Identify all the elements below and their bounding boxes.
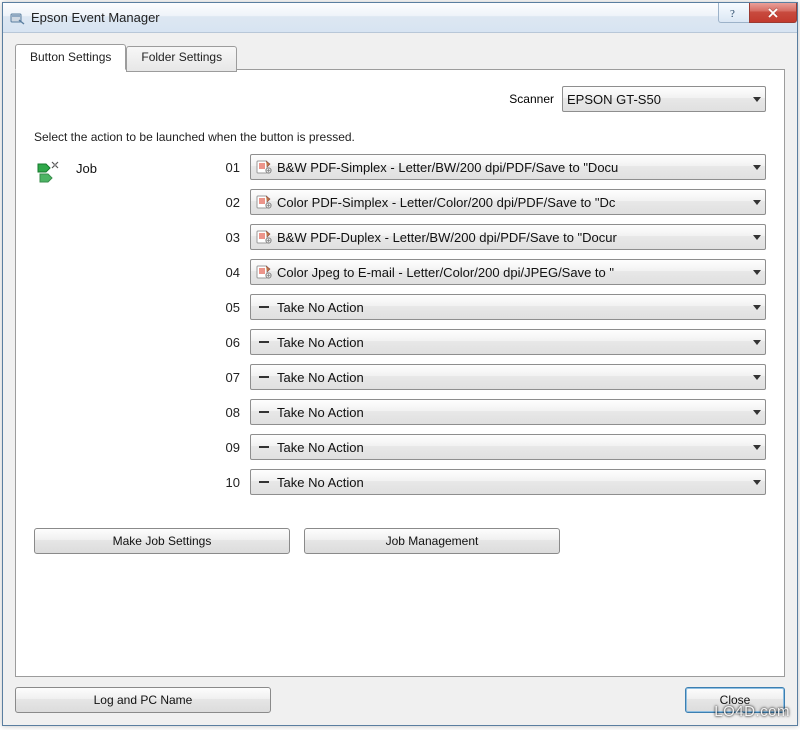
scanner-select[interactable]: EPSON GT-S50 (562, 86, 766, 112)
job-row: 01 B&W PDF-Simplex - Letter/BW/200 dpi/P… (204, 154, 766, 180)
job-number: 01 (204, 160, 240, 175)
job-row: 05 Take No Action (204, 294, 766, 320)
instruction-text: Select the action to be launched when th… (34, 130, 766, 144)
panel-buttons: Make Job Settings Job Management (34, 528, 766, 554)
job-action-text: Take No Action (277, 475, 747, 490)
button-label: Make Job Settings (113, 534, 212, 548)
scanner-row: Scanner EPSON GT-S50 (34, 86, 766, 112)
close-button[interactable] (749, 3, 797, 23)
job-action-select[interactable]: Take No Action (250, 329, 766, 355)
log-and-pc-name-button[interactable]: Log and PC Name (15, 687, 271, 713)
job-action-select[interactable]: Color PDF-Simplex - Letter/Color/200 dpi… (250, 189, 766, 215)
job-action-select[interactable]: B&W PDF-Duplex - Letter/BW/200 dpi/PDF/S… (250, 224, 766, 250)
job-area: Job 01 B&W PDF-Simplex - Letter/BW/200 d… (34, 154, 766, 504)
job-row: 10 Take No Action (204, 469, 766, 495)
chevron-down-icon (747, 225, 765, 249)
chevron-down-icon (747, 365, 765, 389)
footer: Log and PC Name Close (15, 687, 785, 713)
scanner-selected: EPSON GT-S50 (567, 92, 747, 107)
make-job-settings-button[interactable]: Make Job Settings (34, 528, 290, 554)
chevron-down-icon (747, 190, 765, 214)
chevron-down-icon (747, 295, 765, 319)
job-row: 03 B&W PDF-Duplex - Letter/BW/200 dpi/PD… (204, 224, 766, 250)
tab-panel: Scanner EPSON GT-S50 Select the action t… (15, 69, 785, 677)
chevron-down-icon (747, 470, 765, 494)
help-button[interactable]: ? (718, 3, 750, 23)
tab-strip: Button Settings Folder Settings (15, 43, 785, 69)
scanner-label: Scanner (509, 92, 554, 106)
chevron-down-icon (747, 435, 765, 459)
job-action-select[interactable]: Take No Action (250, 469, 766, 495)
no-action-icon (255, 403, 273, 421)
job-action-select[interactable]: Take No Action (250, 364, 766, 390)
no-action-icon (255, 333, 273, 351)
job-list: 01 B&W PDF-Simplex - Letter/BW/200 dpi/P… (204, 154, 766, 504)
button-label: Job Management (386, 534, 479, 548)
job-number: 04 (204, 265, 240, 280)
job-number: 09 (204, 440, 240, 455)
job-action-text: Take No Action (277, 335, 747, 350)
preset-icon (255, 158, 273, 176)
button-label: Close (720, 693, 751, 707)
tab-label: Folder Settings (141, 50, 222, 64)
job-label: Job (76, 158, 97, 176)
job-number: 07 (204, 370, 240, 385)
tab-label: Button Settings (30, 50, 111, 64)
job-action-text: Take No Action (277, 300, 747, 315)
job-action-text: B&W PDF-Duplex - Letter/BW/200 dpi/PDF/S… (277, 230, 747, 245)
job-left: Job (34, 154, 204, 504)
chevron-down-icon (747, 400, 765, 424)
job-action-select[interactable]: Color Jpeg to E-mail - Letter/Color/200 … (250, 259, 766, 285)
no-action-icon (255, 368, 273, 386)
job-action-text: Take No Action (277, 370, 747, 385)
job-action-text: Color Jpeg to E-mail - Letter/Color/200 … (277, 265, 747, 280)
job-row: 04 Color Jpeg to E-mail - Letter/Color/2… (204, 259, 766, 285)
job-action-select[interactable]: B&W PDF-Simplex - Letter/BW/200 dpi/PDF/… (250, 154, 766, 180)
job-row: 02 Color PDF-Simplex - Letter/Color/200 … (204, 189, 766, 215)
job-action-select[interactable]: Take No Action (250, 434, 766, 460)
chevron-down-icon (747, 260, 765, 284)
no-action-icon (255, 298, 273, 316)
tab-folder-settings[interactable]: Folder Settings (126, 46, 237, 72)
job-action-text: Take No Action (277, 440, 747, 455)
no-action-icon (255, 438, 273, 456)
preset-icon (255, 193, 273, 211)
window-title: Epson Event Manager (31, 10, 719, 25)
job-action-select[interactable]: Take No Action (250, 294, 766, 320)
job-icon (34, 158, 62, 186)
client-area: Button Settings Folder Settings Scanner … (3, 33, 797, 725)
chevron-down-icon (747, 87, 765, 111)
button-label: Log and PC Name (94, 693, 193, 707)
preset-icon (255, 263, 273, 281)
app-window: Epson Event Manager ? Button Settings Fo… (2, 2, 798, 726)
job-number: 05 (204, 300, 240, 315)
job-action-select[interactable]: Take No Action (250, 399, 766, 425)
chevron-down-icon (747, 330, 765, 354)
title-bar: Epson Event Manager ? (3, 3, 797, 33)
job-number: 06 (204, 335, 240, 350)
preset-icon (255, 228, 273, 246)
job-row: 09 Take No Action (204, 434, 766, 460)
job-management-button[interactable]: Job Management (304, 528, 560, 554)
job-number: 03 (204, 230, 240, 245)
svg-text:?: ? (730, 8, 735, 19)
job-row: 08 Take No Action (204, 399, 766, 425)
job-row: 06 Take No Action (204, 329, 766, 355)
job-action-text: Color PDF-Simplex - Letter/Color/200 dpi… (277, 195, 747, 210)
job-action-text: B&W PDF-Simplex - Letter/BW/200 dpi/PDF/… (277, 160, 747, 175)
job-row: 07 Take No Action (204, 364, 766, 390)
job-action-text: Take No Action (277, 405, 747, 420)
app-icon (9, 10, 25, 26)
job-number: 08 (204, 405, 240, 420)
tab-button-settings[interactable]: Button Settings (15, 44, 126, 70)
close-dialog-button[interactable]: Close (685, 687, 785, 713)
chevron-down-icon (747, 155, 765, 179)
job-number: 02 (204, 195, 240, 210)
job-number: 10 (204, 475, 240, 490)
no-action-icon (255, 473, 273, 491)
